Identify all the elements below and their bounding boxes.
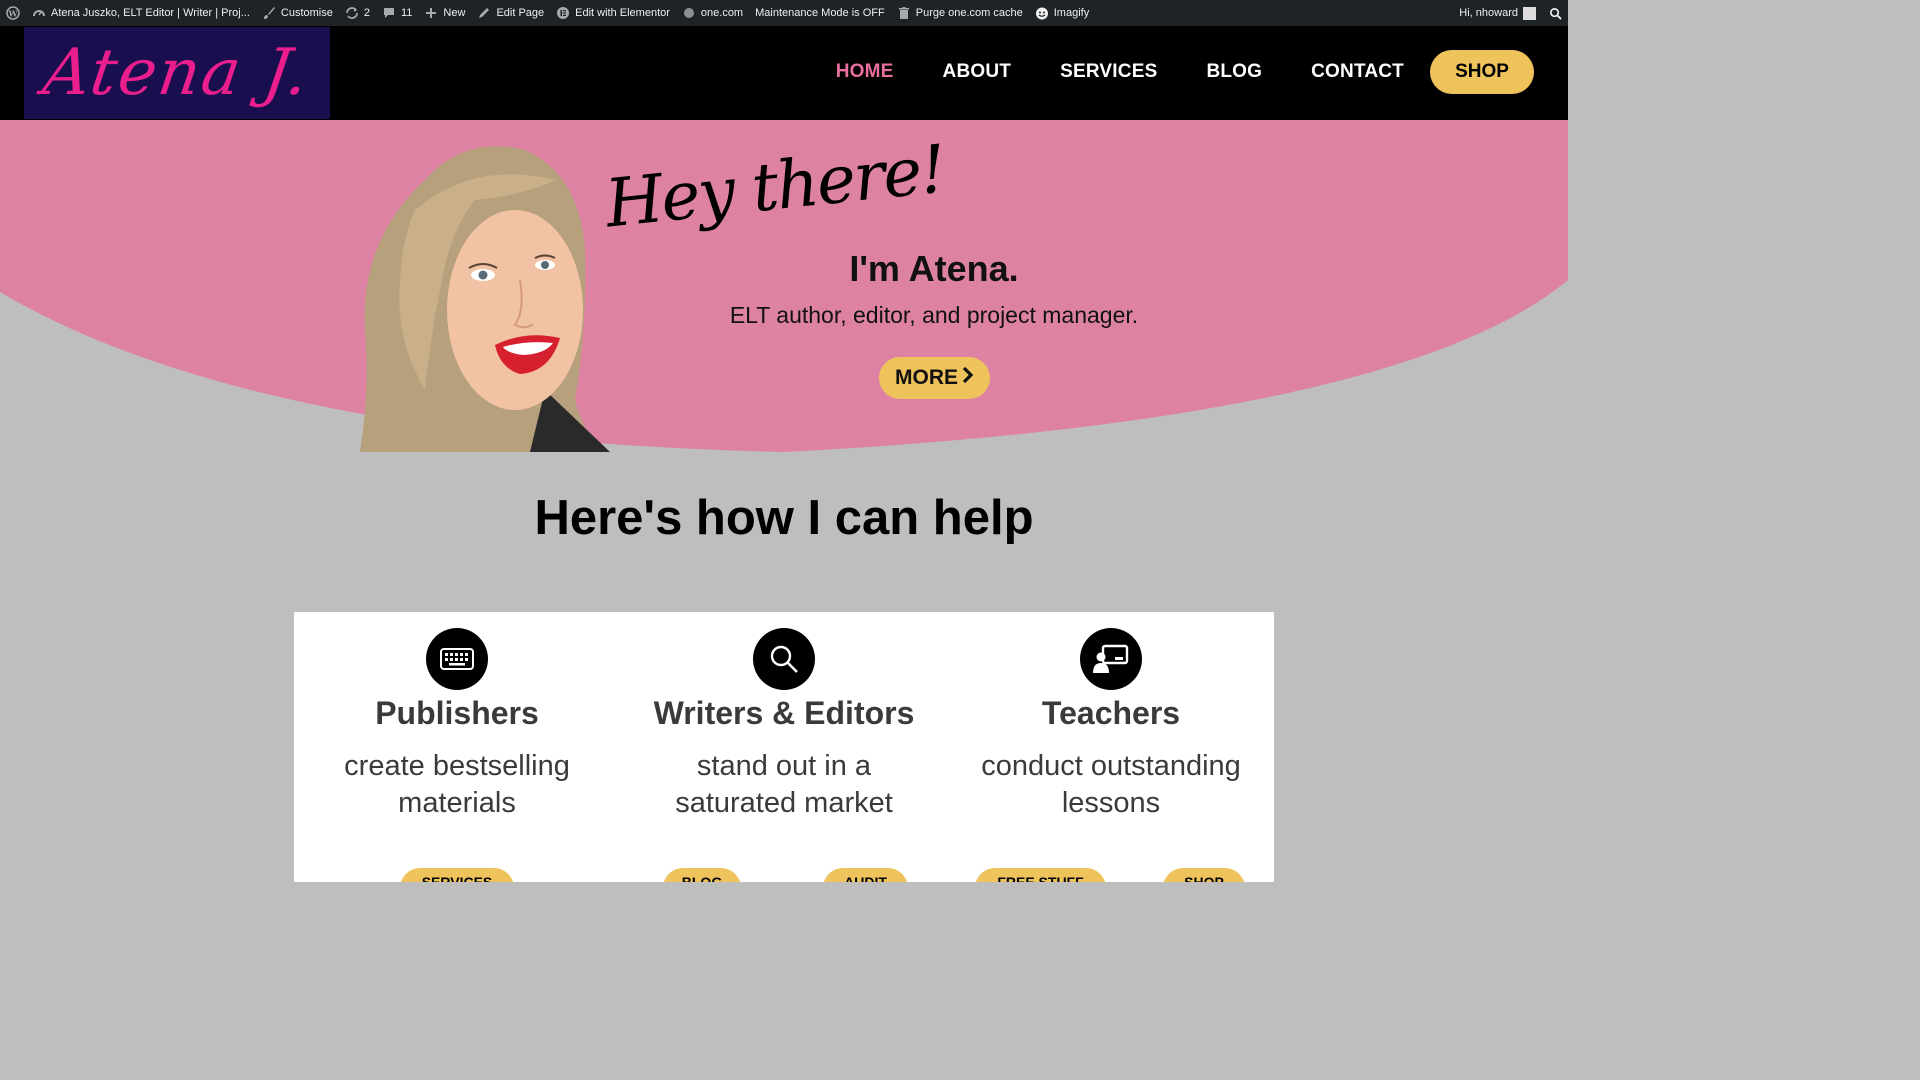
- hero-section: Hey there! I'm Atena. ELT author, editor…: [0, 120, 1568, 460]
- teacher-icon: [1080, 628, 1142, 690]
- plus-icon: [424, 6, 438, 20]
- site-logo[interactable]: Atena J.: [24, 27, 330, 119]
- card-desc-line: materials: [398, 787, 516, 819]
- elementor-link[interactable]: Edit with Elementor: [550, 0, 676, 26]
- elementor-label: Edit with Elementor: [575, 7, 670, 19]
- imagify-label: Imagify: [1053, 7, 1090, 19]
- card-title: Teachers: [1041, 695, 1181, 731]
- elementor-icon: [556, 6, 570, 20]
- hero-tagline: ELT author, editor, and project manager.: [729, 302, 1139, 328]
- paintbrush-icon: [262, 6, 276, 20]
- main-nav: HOME ABOUT SERVICES BLOG CONTACT SHOP: [787, 50, 1534, 94]
- blog-button[interactable]: BLOG: [663, 868, 741, 882]
- help-heading: Here's how I can help: [534, 491, 1034, 545]
- maintenance-label: Maintenance Mode is OFF: [755, 7, 885, 19]
- new-content-link[interactable]: New: [418, 0, 471, 26]
- card-writers-editors: Writers & Editors stand out in a saturat…: [621, 612, 947, 822]
- nav-contact[interactable]: CONTACT: [1311, 61, 1404, 83]
- greeting: Hi, nhoward: [1459, 7, 1518, 19]
- more-button[interactable]: MORE: [879, 357, 990, 399]
- dashboard-icon: [32, 6, 46, 20]
- card-teachers: Teachers conduct outstanding lessons: [948, 612, 1274, 822]
- card-title: Writers & Editors: [653, 695, 915, 731]
- search-icon: [753, 628, 815, 690]
- imagify-icon: [1035, 6, 1049, 20]
- maintenance-mode-link[interactable]: Maintenance Mode is OFF: [749, 0, 891, 26]
- card-description: stand out in a saturated market: [621, 748, 947, 822]
- card-publishers: Publishers create bestselling materials: [294, 612, 620, 822]
- comments-link[interactable]: 11: [376, 0, 418, 26]
- shop-button[interactable]: SHOP: [1430, 50, 1534, 94]
- onecom-link[interactable]: one.com: [676, 0, 749, 26]
- purge-label: Purge one.com cache: [915, 7, 1023, 19]
- keyboard-icon: [426, 628, 488, 690]
- profile-photo: [360, 146, 610, 452]
- wordpress-menu[interactable]: W: [0, 0, 26, 26]
- comment-icon: [382, 6, 396, 20]
- purge-cache-link[interactable]: Purge one.com cache: [891, 0, 1029, 26]
- card-title: Publishers: [375, 695, 539, 731]
- nav-services[interactable]: SERVICES: [1060, 61, 1157, 83]
- updates-link[interactable]: 2: [339, 0, 376, 26]
- logo-text: Atena J.: [39, 36, 315, 110]
- services-cards: Publishers create bestselling materials …: [294, 612, 1274, 882]
- card-desc-line: conduct outstanding: [981, 750, 1241, 782]
- admin-search[interactable]: [1542, 0, 1568, 26]
- trash-icon: [897, 6, 911, 20]
- onecom-label: one.com: [700, 7, 744, 19]
- admin-bar: W Atena Juszko, ELT Editor | Writer | Pr…: [0, 0, 1568, 26]
- wordpress-icon: W: [6, 6, 20, 20]
- site-header: Atena J. HOME ABOUT SERVICES BLOG CONTAC…: [0, 26, 1568, 120]
- nav-blog[interactable]: BLOG: [1206, 61, 1262, 83]
- card-description: conduct outstanding lessons: [948, 748, 1274, 822]
- site-name-link[interactable]: Atena Juszko, ELT Editor | Writer | Proj…: [26, 0, 256, 26]
- updates-icon: [345, 6, 359, 20]
- card-description: create bestselling materials: [294, 748, 620, 822]
- imagify-link[interactable]: Imagify: [1029, 0, 1095, 26]
- pencil-icon: [477, 6, 491, 20]
- comments-count: 11: [401, 7, 413, 19]
- card-desc-line: saturated market: [675, 787, 893, 819]
- edit-page-label: Edit Page: [496, 7, 545, 19]
- hero-name: I'm Atena.: [849, 248, 1019, 289]
- account-menu[interactable]: Hi, nhoward: [1453, 0, 1542, 26]
- edit-page-link[interactable]: Edit Page: [471, 0, 550, 26]
- customise-label: Customise: [280, 7, 333, 19]
- audit-button[interactable]: AUDIT: [823, 868, 908, 882]
- more-label: MORE: [895, 366, 958, 389]
- free-stuff-button[interactable]: FREE STUFF: [975, 868, 1106, 882]
- new-label: New: [443, 7, 466, 19]
- avatar: [1523, 6, 1536, 20]
- card-desc-line: lessons: [1061, 787, 1161, 819]
- chevron-right-icon: [962, 366, 974, 390]
- shop-card-button[interactable]: SHOP: [1163, 868, 1245, 882]
- onecom-icon: [682, 6, 696, 20]
- card-desc-line: stand out in a: [696, 750, 872, 782]
- nav-home[interactable]: HOME: [836, 61, 894, 83]
- site-title: Atena Juszko, ELT Editor | Writer | Proj…: [51, 7, 250, 19]
- updates-count: 2: [363, 7, 370, 19]
- nav-about[interactable]: ABOUT: [943, 61, 1012, 83]
- customise-link[interactable]: Customise: [256, 0, 339, 26]
- search-icon: [1548, 6, 1562, 20]
- services-button[interactable]: SERVICES: [400, 868, 514, 882]
- card-desc-line: create bestselling: [344, 750, 570, 782]
- svg-text:W: W: [8, 9, 19, 19]
